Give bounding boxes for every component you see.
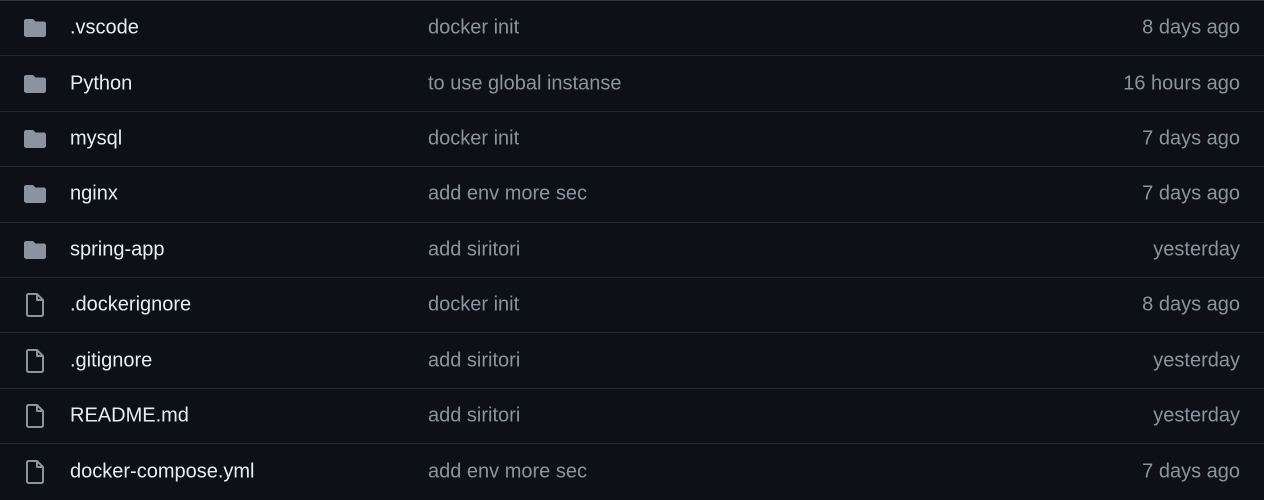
file-name-link[interactable]: mysql (70, 127, 122, 150)
commit-age: 7 days ago (1142, 127, 1240, 150)
commit-message-link[interactable]: add env more sec (428, 460, 587, 483)
commit-message-link[interactable]: add env more sec (428, 183, 587, 206)
folder-icon (22, 237, 48, 263)
folder-icon (22, 15, 48, 41)
commit-message-link[interactable]: docker init (428, 127, 519, 150)
file-name-link[interactable]: nginx (70, 183, 118, 206)
file-row[interactable]: README.md add siritori yesterday (0, 389, 1264, 445)
file-row[interactable]: Python to use global instanse 16 hours a… (0, 56, 1264, 112)
file-name-link[interactable]: .dockerignore (70, 294, 191, 317)
file-icon (22, 292, 48, 318)
file-row[interactable]: .dockerignore docker init 8 days ago (0, 278, 1264, 334)
commit-message-link[interactable]: docker init (428, 294, 519, 317)
commit-age: yesterday (1153, 238, 1240, 261)
commit-age: yesterday (1153, 404, 1240, 427)
file-row[interactable]: mysql docker init 7 days ago (0, 112, 1264, 168)
commit-message-link[interactable]: to use global instanse (428, 72, 621, 95)
file-icon (22, 403, 48, 429)
file-name-link[interactable]: spring-app (70, 238, 165, 261)
file-name-link[interactable]: README.md (70, 404, 189, 427)
file-name-link[interactable]: Python (70, 72, 132, 95)
commit-age: 8 days ago (1142, 293, 1240, 316)
folder-icon (22, 71, 48, 97)
file-name-link[interactable]: .vscode (70, 17, 139, 40)
folder-icon (22, 126, 48, 152)
commit-message-link[interactable]: add siritori (428, 238, 520, 261)
file-row[interactable]: spring-app add siritori yesterday (0, 223, 1264, 278)
file-name-link[interactable]: docker-compose.yml (70, 460, 255, 483)
commit-message-link[interactable]: add siritori (428, 404, 520, 427)
file-row[interactable]: docker-compose.yml add env more sec 7 da… (0, 444, 1264, 499)
file-row[interactable]: nginx add env more sec 7 days ago (0, 167, 1264, 223)
commit-age: 7 days ago (1142, 182, 1240, 205)
file-list: .vscode docker init 8 days ago Python to… (0, 0, 1264, 500)
commit-message-link[interactable]: docker init (428, 17, 519, 40)
file-icon (22, 459, 48, 485)
commit-age: 8 days ago (1142, 16, 1240, 39)
file-row[interactable]: .gitignore add siritori yesterday (0, 333, 1264, 389)
file-icon (22, 348, 48, 374)
commit-age: yesterday (1153, 349, 1240, 372)
commit-message-link[interactable]: add siritori (428, 349, 520, 372)
commit-age: 7 days ago (1142, 460, 1240, 483)
folder-icon (22, 181, 48, 207)
commit-age: 16 hours ago (1123, 72, 1240, 95)
file-row[interactable]: .vscode docker init 8 days ago (0, 1, 1264, 57)
file-name-link[interactable]: .gitignore (70, 349, 152, 372)
